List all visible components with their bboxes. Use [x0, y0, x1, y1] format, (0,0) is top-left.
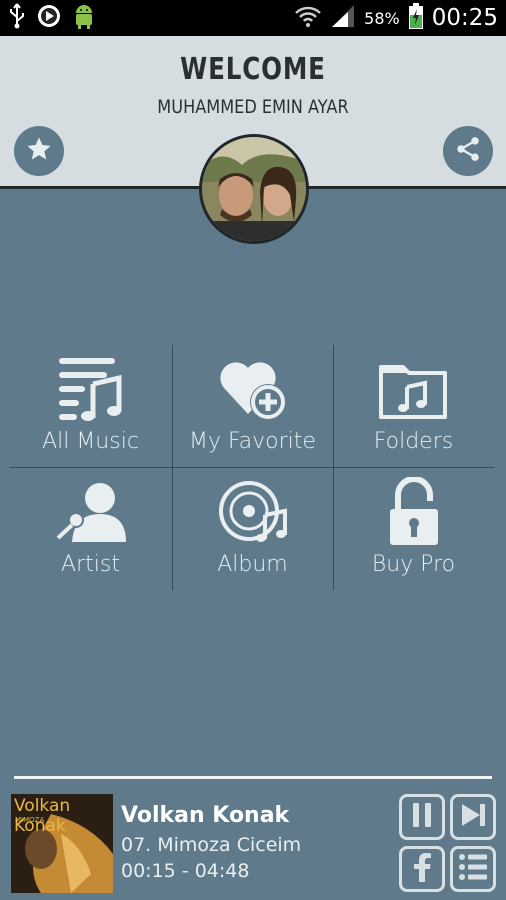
media-player-icon [36, 3, 62, 34]
user-name: MUHAMMED EMIN AYAR [157, 96, 349, 118]
pause-icon [410, 802, 434, 833]
favorite-star-button[interactable] [14, 126, 64, 176]
now-playing-artist: Volkan Konak [121, 803, 290, 828]
menu-label: Artist [61, 552, 120, 577]
menu-label: All Music [42, 429, 139, 454]
menu-item-my-favorite[interactable]: My Favorite [172, 345, 333, 467]
main-menu-grid: All Music My Favorite Folders Artist Alb… [10, 345, 494, 590]
share-button[interactable] [443, 126, 493, 176]
android-icon [72, 2, 96, 35]
unlock-icon [386, 476, 442, 548]
player-divider [14, 776, 492, 779]
music-list-icon [58, 353, 123, 425]
now-playing-track: 07. Mimoza Ciceim [121, 834, 302, 856]
facebook-icon [412, 852, 432, 887]
menu-item-album[interactable]: Album [172, 468, 333, 590]
next-button[interactable] [450, 794, 496, 840]
menu-label: Buy Pro [371, 552, 456, 577]
menu-item-folders[interactable]: Folders [333, 345, 494, 467]
now-playing-time: 00:15 - 04:48 [121, 860, 250, 882]
menu-item-artist[interactable]: Artist [10, 468, 171, 590]
facebook-share-button[interactable] [399, 846, 445, 892]
battery-percent: 58% [364, 8, 400, 28]
pause-button[interactable] [399, 794, 445, 840]
signal-icon [330, 4, 356, 33]
menu-label: Folders [373, 429, 454, 454]
menu-item-buy-pro[interactable]: Buy Pro [333, 468, 494, 590]
battery-charging-icon [408, 2, 424, 35]
menu-label: My Favorite [189, 429, 316, 454]
welcome-title: WELCOME [180, 52, 326, 87]
menu-item-all-music[interactable]: All Music [10, 345, 171, 467]
star-icon [25, 135, 53, 168]
album-art-subtitle: MIMOZA [15, 816, 45, 824]
status-bar: 58% 00:25 [0, 0, 506, 36]
music-folder-icon [378, 353, 449, 425]
next-icon [460, 802, 486, 833]
album-art[interactable]: Volkan Konak MIMOZA [11, 794, 113, 893]
heart-plus-icon [218, 353, 288, 425]
avatar[interactable] [199, 134, 309, 244]
menu-label: Album [217, 552, 288, 577]
clock: 00:25 [431, 5, 498, 31]
singer-microphone-icon [56, 476, 126, 548]
usb-icon [8, 2, 26, 34]
playlist-icon [458, 853, 488, 886]
disc-music-icon [217, 476, 289, 548]
wifi-icon [294, 4, 322, 33]
share-icon [454, 135, 482, 168]
playlist-button[interactable] [450, 846, 496, 892]
